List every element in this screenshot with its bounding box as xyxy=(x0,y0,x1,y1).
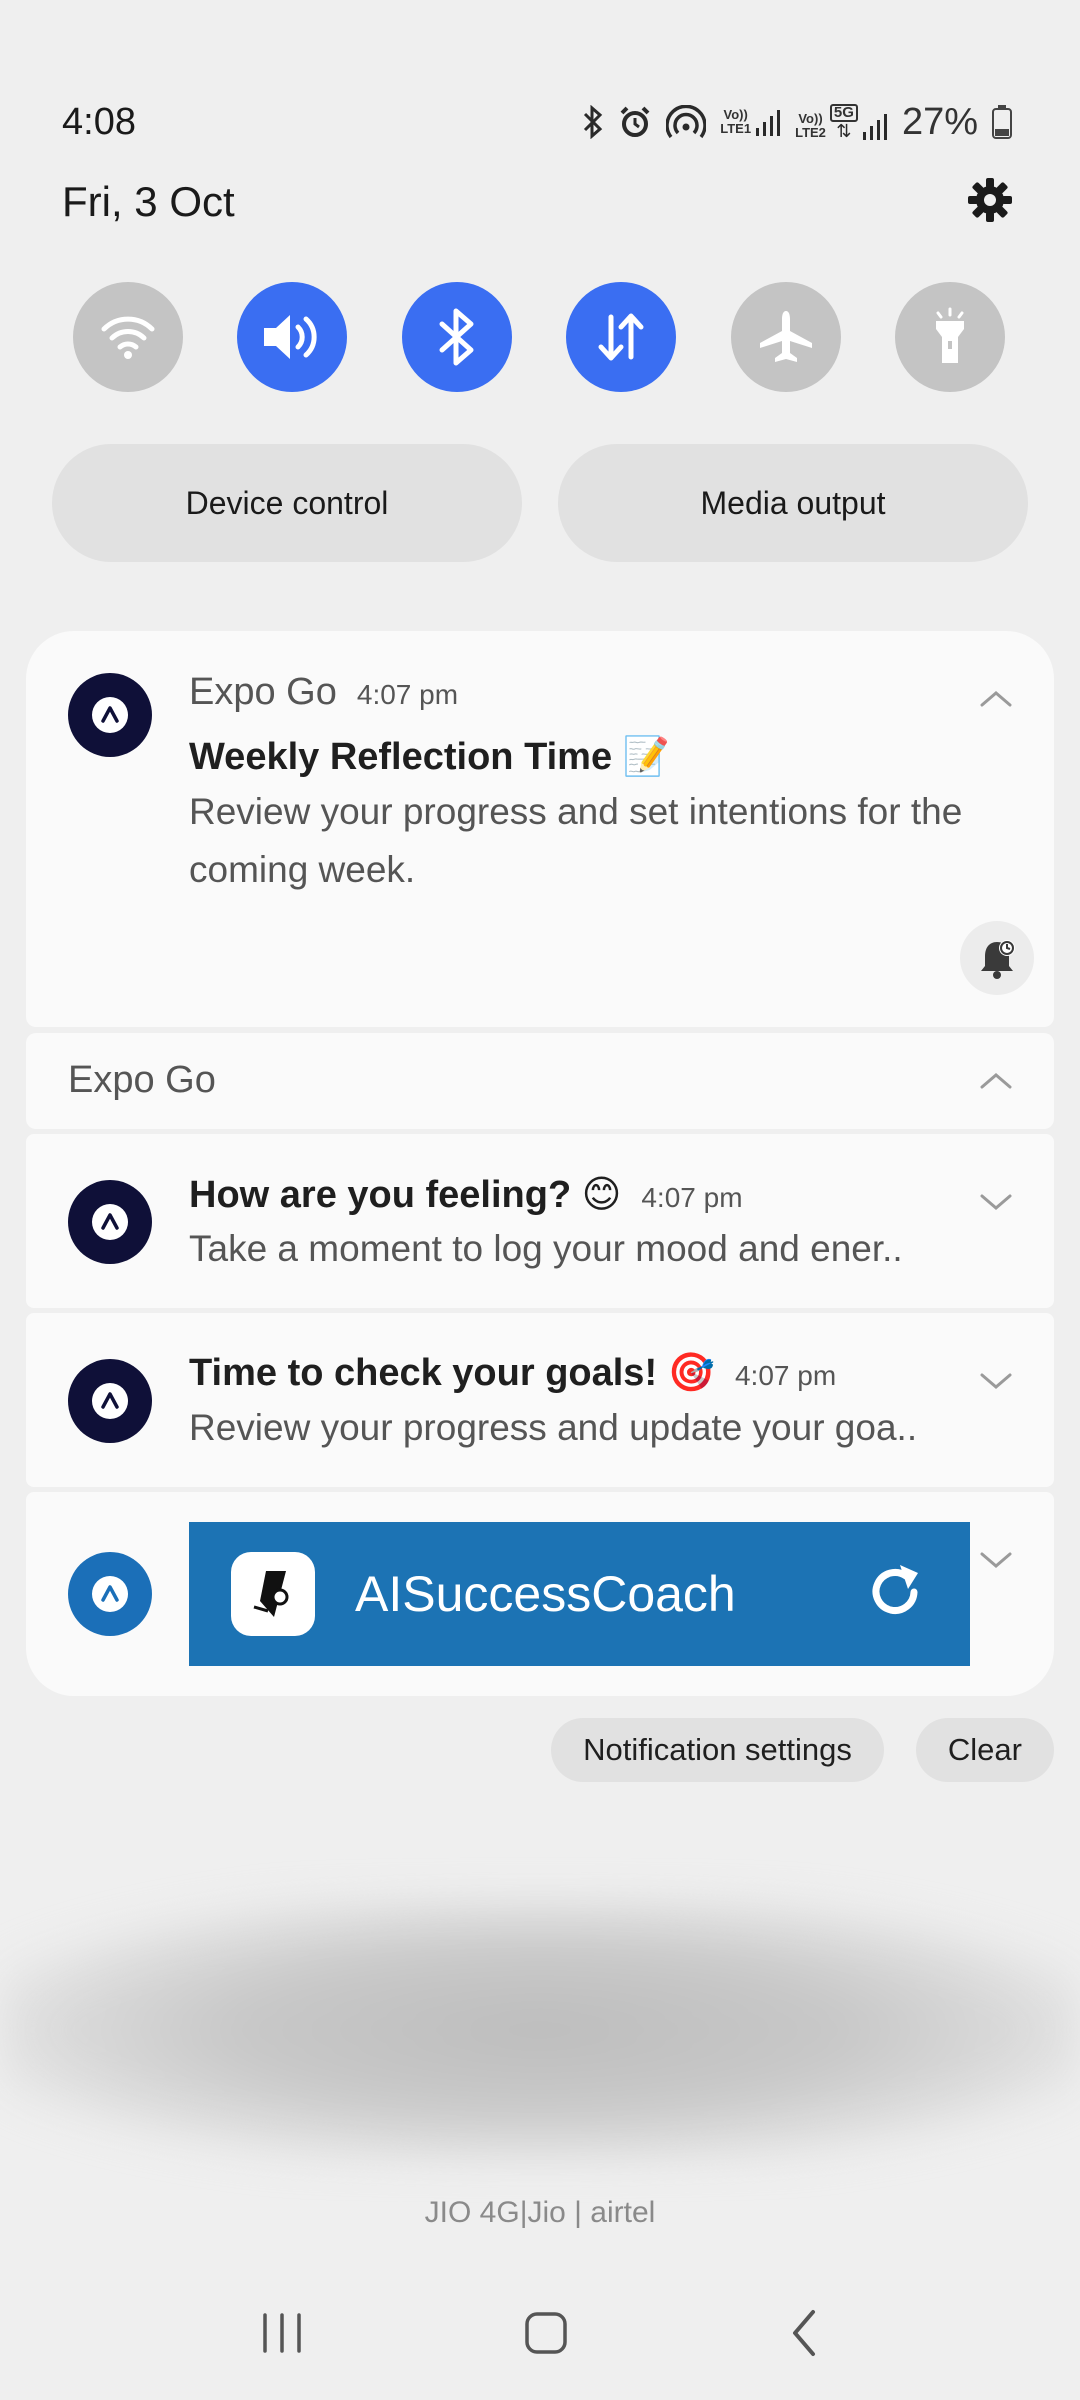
expo-go-app-icon xyxy=(68,673,152,757)
settings-gear-icon[interactable] xyxy=(966,176,1014,229)
notification-item-banner[interactable]: AISuccessCoach xyxy=(26,1492,1054,1696)
banner-app-name: AISuccessCoach xyxy=(355,1566,736,1622)
expo-go-app-icon xyxy=(68,1180,152,1264)
notification-body: Review your progress and update your goa… xyxy=(189,1407,918,1448)
snooze-button[interactable] xyxy=(960,921,1034,995)
date-label: Fri, 3 Oct xyxy=(62,178,235,225)
home-button[interactable] xyxy=(523,2310,569,2361)
notification-settings-button[interactable]: Notification settings xyxy=(551,1718,884,1782)
snooze-bell-icon xyxy=(981,940,1015,979)
notification-title: Weekly Reflection Time 📝 xyxy=(189,736,670,778)
wifi-icon xyxy=(101,316,155,359)
pill-row: Device control Media output xyxy=(52,444,1028,562)
battery-percent: 27% xyxy=(901,100,978,143)
notification-title: How are you feeling? 😊 xyxy=(189,1174,622,1216)
mobile-data-toggle[interactable] xyxy=(566,282,677,392)
expanded-notification[interactable]: Expo Go 4:07 pm Weekly Reflection Time 📝… xyxy=(26,631,1054,1027)
notification-group-header[interactable]: Expo Go xyxy=(26,1033,1054,1129)
notification-item[interactable]: How are you feeling? 😊 4:07 pm Take a mo… xyxy=(26,1134,1054,1308)
battery-icon xyxy=(992,105,1012,139)
notification-item[interactable]: Time to check your goals! 🎯 4:07 pm Revi… xyxy=(26,1313,1054,1487)
expand-chevron-icon[interactable] xyxy=(978,1548,1014,1572)
home-icon xyxy=(525,2311,567,2354)
status-time: 4:08 xyxy=(62,100,136,143)
bluetooth-icon xyxy=(439,308,474,366)
notification-app-name: Expo Go xyxy=(189,671,337,713)
hotspot-icon xyxy=(666,105,707,139)
clear-button[interactable]: Clear xyxy=(915,1718,1054,1782)
sim1-signal-icon xyxy=(756,110,781,136)
status-bar: 4:08 Vo)) LTE1 Vo)) LTE2 5G ⇅ 27% xyxy=(62,96,1012,148)
sound-toggle[interactable] xyxy=(237,282,348,392)
notification-body: Take a moment to log your mood and ener.… xyxy=(189,1228,903,1269)
back-button[interactable] xyxy=(787,2308,821,2363)
flashlight-icon xyxy=(935,307,964,363)
app-banner[interactable]: AISuccessCoach xyxy=(189,1522,970,1666)
back-icon xyxy=(793,2309,815,2356)
expo-go-app-icon xyxy=(68,1359,152,1443)
sim1-volte-icon: Vo)) LTE1 xyxy=(720,108,781,136)
status-icons: Vo)) LTE1 Vo)) LTE2 5G ⇅ 27% xyxy=(582,101,1012,144)
recents-icon xyxy=(263,2312,301,2353)
alarm-icon xyxy=(618,105,652,139)
quick-settings-row xyxy=(73,282,1005,392)
navigation-bar xyxy=(0,2300,1080,2370)
group-collapse-chevron-icon[interactable] xyxy=(978,1069,1014,1093)
carrier-label: JIO 4G|Jio | airtel xyxy=(424,2196,656,2229)
sound-icon xyxy=(264,315,318,359)
notification-time: 4:07 pm xyxy=(356,679,459,710)
flashlight-toggle[interactable] xyxy=(894,282,1005,392)
notification-time: 4:07 pm xyxy=(641,1182,743,1213)
app-logo-icon xyxy=(231,1552,315,1636)
data-arrows-icon: ⇅ xyxy=(836,121,852,141)
airplane-toggle[interactable] xyxy=(730,282,841,392)
expand-chevron-icon[interactable] xyxy=(978,1190,1014,1214)
notification-time: 4:07 pm xyxy=(734,1360,837,1391)
bluetooth-toggle[interactable] xyxy=(401,282,512,392)
refresh-icon[interactable] xyxy=(862,1559,928,1630)
media-output-button[interactable]: Media output xyxy=(558,444,1028,562)
network-type-badge: 5G xyxy=(829,104,858,122)
notification-title: Time to check your goals! 🎯 xyxy=(189,1352,715,1394)
airplane-icon xyxy=(759,311,812,362)
expo-go-app-icon xyxy=(68,1552,152,1636)
bluetooth-status-icon xyxy=(582,105,604,139)
date-row: Fri, 3 Oct xyxy=(62,172,1014,232)
notification-actions: Notification settings Clear xyxy=(551,1718,1054,1782)
wifi-toggle[interactable] xyxy=(73,282,183,392)
sim2-volte-icon: Vo)) LTE2 5G ⇅ xyxy=(795,104,888,140)
device-control-button[interactable]: Device control xyxy=(52,444,522,562)
notification-body: Review your progress and set intentions … xyxy=(189,791,963,890)
sim2-signal-icon xyxy=(862,114,887,140)
collapse-chevron-icon[interactable] xyxy=(978,687,1014,711)
mobile-data-icon xyxy=(598,313,644,361)
expand-chevron-icon[interactable] xyxy=(978,1369,1014,1393)
group-app-name: Expo Go xyxy=(68,1059,216,1101)
recent-apps-button[interactable] xyxy=(259,2311,305,2360)
background-blur xyxy=(0,1900,1080,2160)
